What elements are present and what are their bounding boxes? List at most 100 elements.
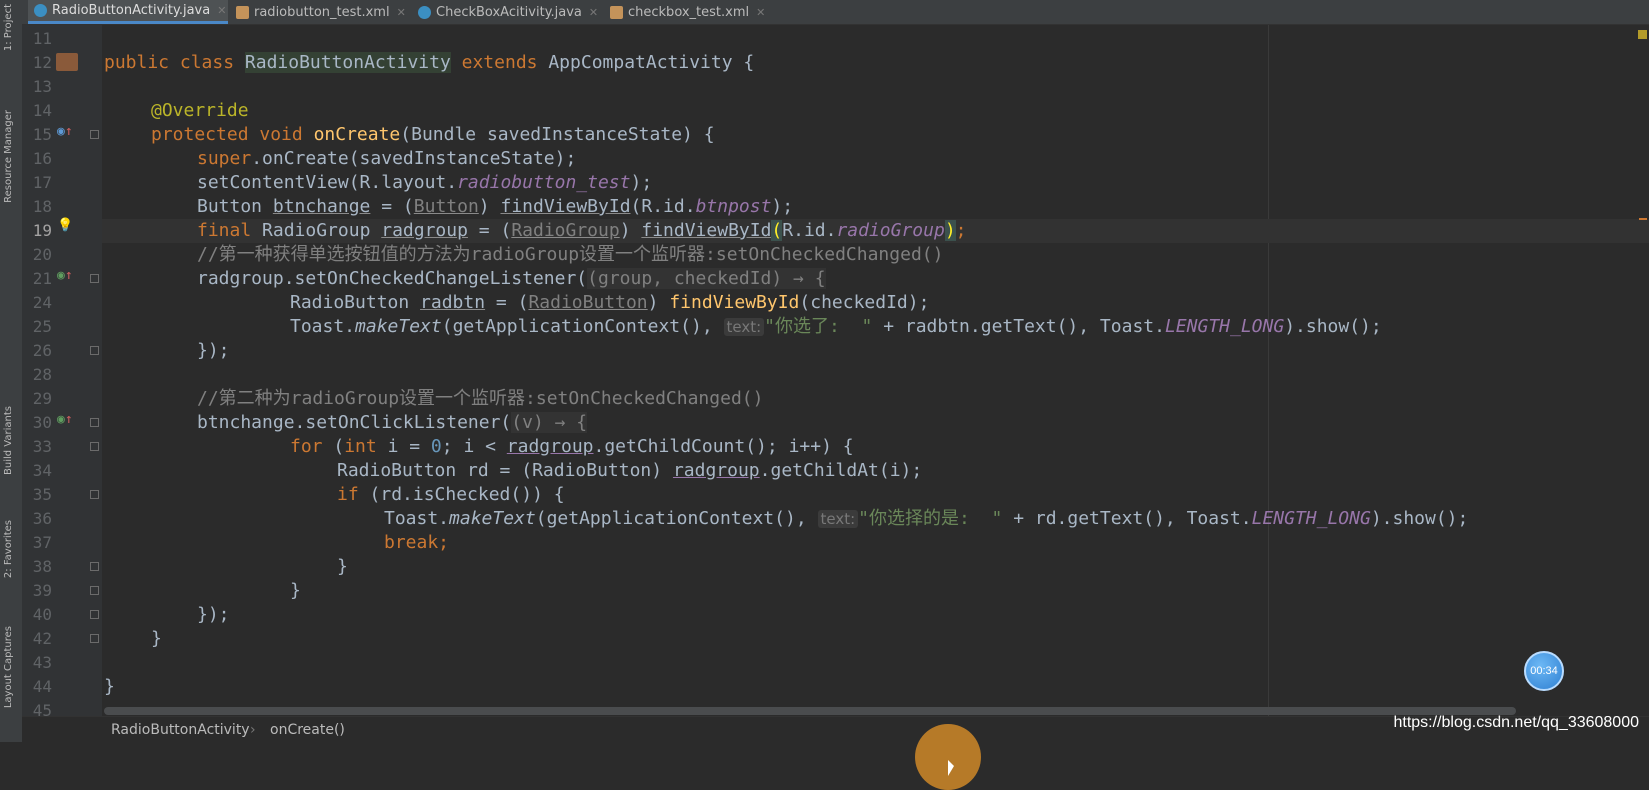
line-number-gutter[interactable]: 11 12 13 14 15 16 17 18 19 20 21 24 25 2… <box>22 25 102 753</box>
recording-timer[interactable]: 00:34 <box>1524 651 1564 691</box>
token: ; <box>955 220 967 241</box>
token: Button <box>197 196 273 217</box>
line-number: 20 <box>32 245 52 264</box>
code-line-21: radgroup.setOnCheckedChangeListener((gro… <box>197 267 826 291</box>
fold-marker[interactable] <box>90 346 99 355</box>
close-icon[interactable]: ✕ <box>589 6 598 19</box>
tool-project[interactable]: 1: Project <box>3 4 14 51</box>
inspection-status-icon[interactable] <box>1638 30 1647 39</box>
variable: radgroup <box>672 460 760 481</box>
fold-marker[interactable] <box>90 610 99 619</box>
token: for <box>290 436 334 457</box>
tab-label: radiobutton_test.xml <box>254 4 390 20</box>
line-number: 42 <box>32 629 52 648</box>
fold-marker[interactable] <box>90 418 99 427</box>
breadcrumb-method[interactable]: onCreate() <box>270 722 345 738</box>
class-name: RadioButtonActivity <box>244 52 451 73</box>
variable: radgroup <box>381 220 468 241</box>
token: RadioButton <box>290 292 421 313</box>
token: RadioGroup <box>262 220 382 241</box>
implemented-method-icon[interactable]: ◉↑ <box>57 413 73 427</box>
token: btnchange.setOnClickListener( <box>197 412 512 433</box>
static-method: makeText <box>355 316 442 337</box>
java-class-icon <box>34 4 47 17</box>
horizontal-scrollbar[interactable] <box>104 707 1516 715</box>
line-number: 30 <box>32 413 52 432</box>
token: (R.id. <box>630 196 696 217</box>
tab-checkboxacitivity-java[interactable]: CheckBoxAcitivity.java ✕ <box>412 0 598 24</box>
close-icon[interactable]: ✕ <box>217 4 226 17</box>
error-stripe-mark[interactable] <box>1639 218 1647 220</box>
line-number: 28 <box>32 365 52 384</box>
token: setContentView(R.layout. <box>197 172 458 193</box>
tab-label: checkbox_test.xml <box>628 4 750 20</box>
tool-favorites[interactable]: 2: Favorites <box>3 520 14 578</box>
editor-tab-bar: RadioButtonActivity.java ✕ radiobutton_t… <box>22 0 1649 25</box>
line-number: 44 <box>32 677 52 696</box>
code-editor[interactable]: public class RadioButtonActivity extends… <box>102 25 1649 753</box>
token: }); <box>197 604 230 625</box>
breadcrumb-class[interactable]: RadioButtonActivity <box>111 722 250 738</box>
tool-layout-captures[interactable]: Layout Captures <box>3 626 14 708</box>
code-line-25: Toast.makeText(getApplicationContext(), … <box>290 315 1382 339</box>
line-number: 15 <box>32 125 52 144</box>
redundant-cast: RadioGroup <box>511 220 620 241</box>
tab-checkbox-test-xml[interactable]: checkbox_test.xml ✕ <box>604 0 774 24</box>
code-line-24: RadioButton radbtn = (RadioButton) findV… <box>290 291 929 315</box>
lightbulb-icon[interactable]: 💡 <box>57 219 73 233</box>
line-number: 21 <box>32 269 52 288</box>
xml-file-icon <box>236 5 249 19</box>
line-number: 26 <box>32 341 52 360</box>
matched-bracket: ( <box>771 220 783 241</box>
tab-label: RadioButtonActivity.java <box>52 3 211 18</box>
layout-preview-icon[interactable] <box>56 53 78 71</box>
token: ) <box>478 196 501 217</box>
line-number: 18 <box>32 197 52 216</box>
fold-marker[interactable] <box>90 586 99 595</box>
implemented-method-icon[interactable]: ◉↑ <box>57 269 73 283</box>
code-line-16: super.onCreate(savedInstanceState); <box>197 147 576 171</box>
override-method-icon[interactable]: ◉↑ <box>57 125 73 139</box>
code-line-39: } <box>290 579 301 603</box>
line-number: 35 <box>32 485 52 504</box>
redundant-cast: Button <box>413 196 479 217</box>
java-class-icon <box>418 5 431 19</box>
fold-marker[interactable] <box>90 562 99 571</box>
code-line-18: Button btnchange = (Button) findViewById… <box>197 195 793 219</box>
line-number: 33 <box>32 437 52 456</box>
close-icon[interactable]: ✕ <box>756 6 765 19</box>
redundant-cast: RadioButton <box>528 292 648 313</box>
token: ).show(); <box>1284 316 1382 337</box>
field-ref: radiobutton_test <box>457 172 631 193</box>
tab-radiobuttonactivity-java[interactable]: RadioButtonActivity.java ✕ <box>28 0 228 24</box>
token: ) <box>619 220 642 241</box>
line-number: 34 <box>32 461 52 480</box>
line-number: 12 <box>32 53 52 72</box>
fold-marker[interactable] <box>90 442 99 451</box>
field-ref: LENGTH_LONG <box>1251 508 1371 529</box>
line-number: 13 <box>32 77 52 96</box>
tool-build-variants[interactable]: Build Variants <box>3 406 14 475</box>
code-line-26: }); <box>197 339 230 363</box>
token: (Bundle savedInstanceState) { <box>400 124 715 145</box>
folded-lambda[interactable]: (group, checkedId) → { <box>587 268 826 289</box>
token: + radbtn.getText(), Toast. <box>872 316 1165 337</box>
fold-marker[interactable] <box>90 490 99 499</box>
fold-marker[interactable] <box>90 634 99 643</box>
folded-lambda[interactable]: (v) → { <box>511 412 588 433</box>
token: .onCreate(savedInstanceState); <box>251 148 577 169</box>
close-icon[interactable]: ✕ <box>397 6 406 19</box>
token: radgroup.setOnCheckedChangeListener( <box>197 268 588 289</box>
tool-resource-manager[interactable]: Resource Manager <box>3 110 14 203</box>
tab-radiobutton-test-xml[interactable]: radiobutton_test.xml ✕ <box>230 0 410 24</box>
line-number: 25 <box>32 317 52 336</box>
token: Toast. <box>384 508 450 529</box>
line-number: 17 <box>32 173 52 192</box>
matched-bracket: ) <box>944 220 956 241</box>
token: } <box>151 628 162 649</box>
fold-marker[interactable] <box>90 274 99 283</box>
code-line-38: } <box>337 555 348 579</box>
fold-marker[interactable] <box>90 130 99 139</box>
token: }); <box>197 340 230 361</box>
token: extends <box>450 52 549 73</box>
